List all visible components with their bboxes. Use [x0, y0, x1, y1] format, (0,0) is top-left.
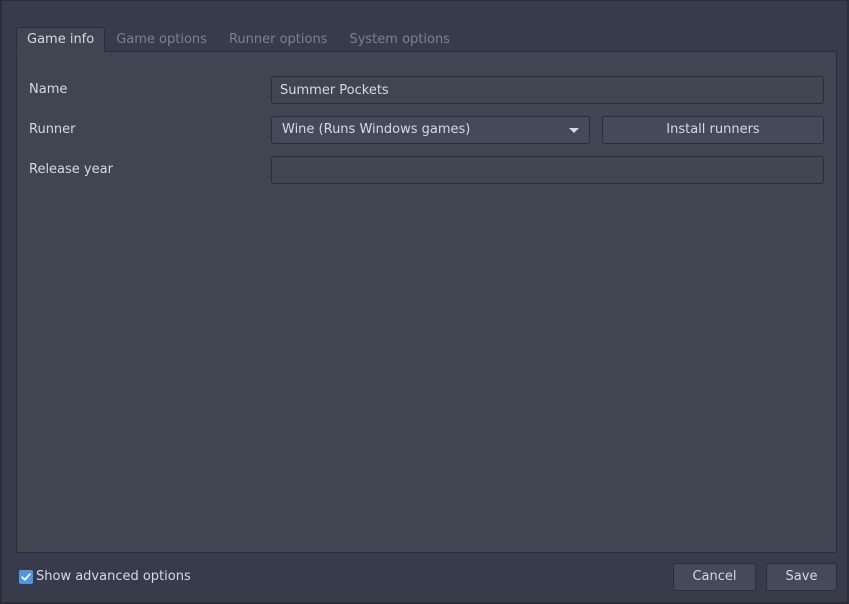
game-info-panel: Name Runner Wine (Runs Windows games) In…	[16, 51, 837, 553]
release-year-field[interactable]	[271, 156, 824, 184]
game-config-dialog: Game info Game options Runner options Sy…	[0, 0, 849, 604]
tab-game-info[interactable]: Game info	[16, 27, 106, 52]
save-button[interactable]: Save	[766, 563, 837, 591]
cancel-button[interactable]: Cancel	[673, 563, 756, 591]
tab-game-options[interactable]: Game options	[105, 27, 218, 52]
tab-bar: Game info Game options Runner options Sy…	[16, 27, 461, 52]
runner-dropdown[interactable]: Wine (Runs Windows games)	[271, 116, 590, 144]
show-advanced-options-label: Show advanced options	[36, 569, 191, 584]
name-label: Name	[29, 82, 68, 97]
tab-system-options[interactable]: System options	[338, 27, 461, 52]
check-icon[interactable]	[19, 569, 33, 584]
name-field[interactable]	[271, 76, 824, 104]
chevron-down-icon	[569, 128, 579, 133]
tab-runner-options[interactable]: Runner options	[218, 27, 339, 52]
show-advanced-options-toggle[interactable]: Show advanced options	[19, 569, 191, 584]
install-runners-button[interactable]: Install runners	[602, 116, 824, 144]
runner-selected-value: Wine (Runs Windows games)	[282, 122, 471, 137]
release-year-label: Release year	[29, 162, 113, 177]
runner-label: Runner	[29, 122, 76, 137]
